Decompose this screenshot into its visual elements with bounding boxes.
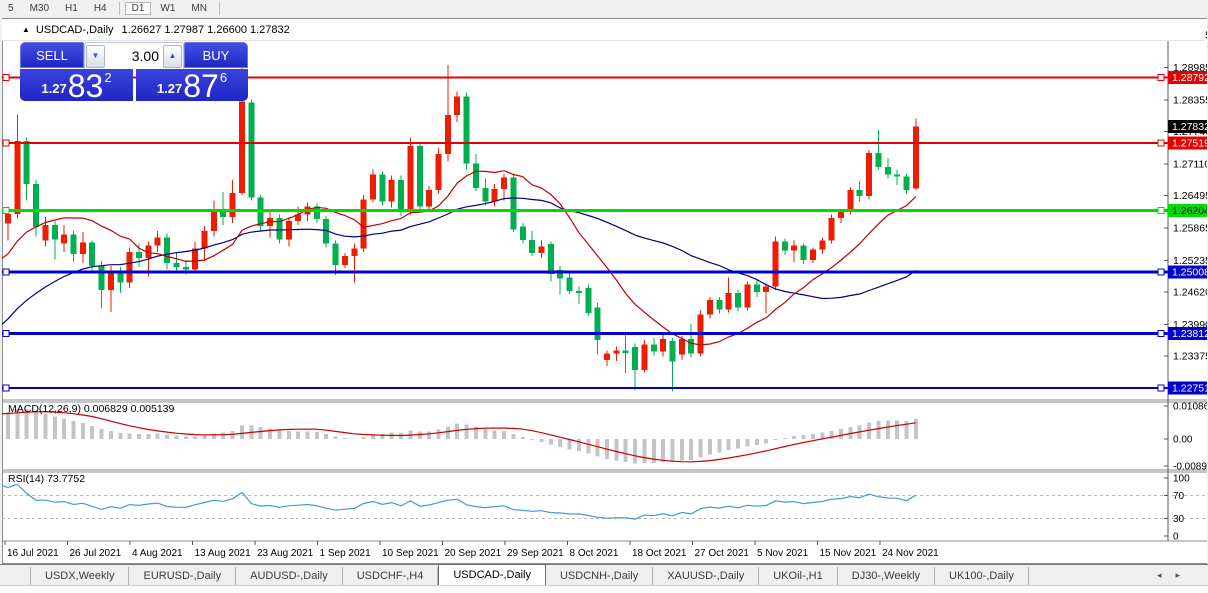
tf-button-mn[interactable]: MN bbox=[184, 2, 214, 15]
tab-audusd-daily[interactable]: AUDUSD-,Daily bbox=[236, 567, 343, 586]
svg-text:0.010869: 0.010869 bbox=[1173, 402, 1207, 413]
tabs-scroll-left-icon[interactable]: ◂ bbox=[1157, 570, 1176, 580]
chart-ohlc-values: 1.26627 1.27987 1.26600 1.27832 bbox=[122, 24, 290, 36]
volume-decrease-button[interactable]: ▼ bbox=[86, 45, 105, 68]
svg-text:0.00: 0.00 bbox=[1173, 435, 1193, 446]
timeframe-toolbar: 5 M30 H1 H4 D1 W1 MN bbox=[0, 0, 1208, 17]
sell-price-prefix: 1.27 bbox=[41, 81, 66, 96]
tab-usdcad-daily[interactable]: USDCAD-,Daily bbox=[438, 564, 546, 586]
chart-symbol-label: USDCAD-,Daily bbox=[36, 24, 114, 36]
svg-text:1.25865: 1.25865 bbox=[1173, 222, 1207, 234]
svg-text:30: 30 bbox=[1173, 514, 1185, 525]
svg-text:13 Aug 2021: 13 Aug 2021 bbox=[195, 548, 252, 559]
svg-text:0: 0 bbox=[1173, 532, 1179, 543]
svg-text:18 Oct 2021: 18 Oct 2021 bbox=[632, 548, 687, 559]
svg-text:24 Nov 2021: 24 Nov 2021 bbox=[882, 548, 939, 559]
tf-button-d1[interactable]: D1 bbox=[125, 2, 152, 15]
svg-text:10 Sep 2021: 10 Sep 2021 bbox=[382, 548, 439, 559]
svg-text:1.27519: 1.27519 bbox=[1172, 137, 1207, 149]
svg-text:16 Jul 2021: 16 Jul 2021 bbox=[7, 548, 59, 559]
chart-tab-bar: USDX,Weekly EURUSD-,Daily AUDUSD-,Daily … bbox=[0, 564, 1208, 586]
svg-text:20 Sep 2021: 20 Sep 2021 bbox=[445, 548, 502, 559]
toolbar-separator bbox=[119, 2, 120, 15]
support-resistance-lines[interactable] bbox=[2, 74, 1168, 391]
svg-text:1.27110: 1.27110 bbox=[1173, 158, 1207, 170]
svg-text:1.24620: 1.24620 bbox=[1173, 286, 1207, 298]
svg-text:1.25008: 1.25008 bbox=[1172, 266, 1207, 278]
volume-increase-button[interactable]: ▲ bbox=[163, 45, 182, 68]
toolbar-separator bbox=[219, 2, 220, 15]
svg-text:5 Nov 2021: 5 Nov 2021 bbox=[757, 548, 809, 559]
tab-usdx-weekly[interactable]: USDX,Weekly bbox=[30, 567, 129, 586]
svg-text:26 Jul 2021: 26 Jul 2021 bbox=[70, 548, 122, 559]
caret-down-icon: ▼ bbox=[92, 51, 100, 60]
tf-button-m5[interactable]: 5 bbox=[1, 2, 21, 15]
svg-text:1.22751: 1.22751 bbox=[1172, 383, 1207, 395]
svg-text:1.28792: 1.28792 bbox=[1172, 72, 1207, 84]
caret-up-icon: ▲ bbox=[169, 51, 177, 60]
tab-ukoil-h1[interactable]: UKOil-,H1 bbox=[759, 567, 838, 586]
svg-text:100: 100 bbox=[1173, 474, 1190, 485]
chart-title-bar: ▲ USDCAD-,Daily 1.26627 1.27987 1.26600 … bbox=[2, 19, 1205, 41]
svg-text:1.27832: 1.27832 bbox=[1172, 121, 1207, 133]
svg-text:1.26204: 1.26204 bbox=[1172, 205, 1207, 217]
svg-text:23 Aug 2021: 23 Aug 2021 bbox=[257, 548, 314, 559]
tf-button-h4[interactable]: H4 bbox=[87, 2, 114, 15]
svg-text:1.23812: 1.23812 bbox=[1172, 328, 1207, 340]
sell-price-pipette: 2 bbox=[104, 70, 111, 85]
buy-price-prefix: 1.27 bbox=[157, 81, 182, 96]
volume-input[interactable] bbox=[105, 45, 163, 67]
svg-text:4 Aug 2021: 4 Aug 2021 bbox=[132, 548, 183, 559]
svg-text:RSI(14) 73.7752: RSI(14) 73.7752 bbox=[8, 473, 85, 485]
svg-text:8 Oct 2021: 8 Oct 2021 bbox=[570, 548, 619, 559]
buy-price-pipette: 6 bbox=[220, 70, 227, 85]
tab-usdcnh-daily[interactable]: USDCNH-,Daily bbox=[546, 567, 653, 586]
volume-spinner: ▼ ▲ bbox=[84, 42, 184, 69]
tf-button-w1[interactable]: W1 bbox=[153, 2, 182, 15]
tabs-scroll-right-icon[interactable]: ▸ bbox=[1175, 570, 1194, 580]
buy-button[interactable]: BUY bbox=[184, 42, 248, 68]
sell-button[interactable]: SELL bbox=[20, 42, 84, 68]
svg-text:MACD(12,26,9) 0.006829 0.00513: MACD(12,26,9) 0.006829 0.005139 bbox=[8, 403, 175, 415]
svg-text:1 Sep 2021: 1 Sep 2021 bbox=[320, 548, 372, 559]
one-click-trading-panel: SELL ▼ ▲ BUY 1.27 83 2 1.27 87 6 bbox=[20, 42, 248, 101]
macd-indicator: 0.010869 0.00 -0.008974 MACD(12,26,9) 0.006… bbox=[2, 402, 1207, 473]
status-strip bbox=[0, 585, 1208, 593]
buy-price-main: 87 bbox=[183, 73, 219, 99]
svg-text:15 Nov 2021: 15 Nov 2021 bbox=[820, 548, 877, 559]
sell-price-main: 83 bbox=[68, 73, 104, 99]
tab-xauusd-daily[interactable]: XAUUSD-,Daily bbox=[653, 567, 759, 586]
rsi-indicator: 100 70 30 0 RSI(14) 73.7752 bbox=[2, 473, 1207, 543]
tf-button-h1[interactable]: H1 bbox=[58, 2, 85, 15]
tf-button-m30[interactable]: M30 bbox=[23, 2, 56, 15]
svg-text:27 Oct 2021: 27 Oct 2021 bbox=[695, 548, 750, 559]
svg-text:29 Sep 2021: 29 Sep 2021 bbox=[507, 548, 564, 559]
svg-text:1.26495: 1.26495 bbox=[1173, 190, 1207, 202]
svg-text:1.25235: 1.25235 bbox=[1173, 255, 1207, 267]
collapse-triangle-icon[interactable]: ▲ bbox=[22, 25, 30, 34]
buy-price-display[interactable]: 1.27 87 6 bbox=[136, 69, 248, 101]
svg-text:70: 70 bbox=[1173, 491, 1185, 502]
svg-text:1.28355: 1.28355 bbox=[1173, 94, 1207, 106]
tab-usdchf-h4[interactable]: USDCHF-,H4 bbox=[343, 567, 439, 586]
svg-text:-0.008974: -0.008974 bbox=[1173, 462, 1207, 473]
sell-price-display[interactable]: 1.27 83 2 bbox=[20, 69, 133, 101]
tab-uk100-daily[interactable]: UK100-,Daily bbox=[935, 567, 1029, 586]
date-axis: 16 Jul 2021 26 Jul 2021 4 Aug 2021 13 Aug 2… bbox=[5, 541, 939, 559]
tab-eurusd-daily[interactable]: EURUSD-,Daily bbox=[129, 567, 236, 586]
svg-text:1.23375: 1.23375 bbox=[1173, 350, 1207, 362]
tab-dj30-weekly[interactable]: DJ30-,Weekly bbox=[838, 567, 935, 586]
